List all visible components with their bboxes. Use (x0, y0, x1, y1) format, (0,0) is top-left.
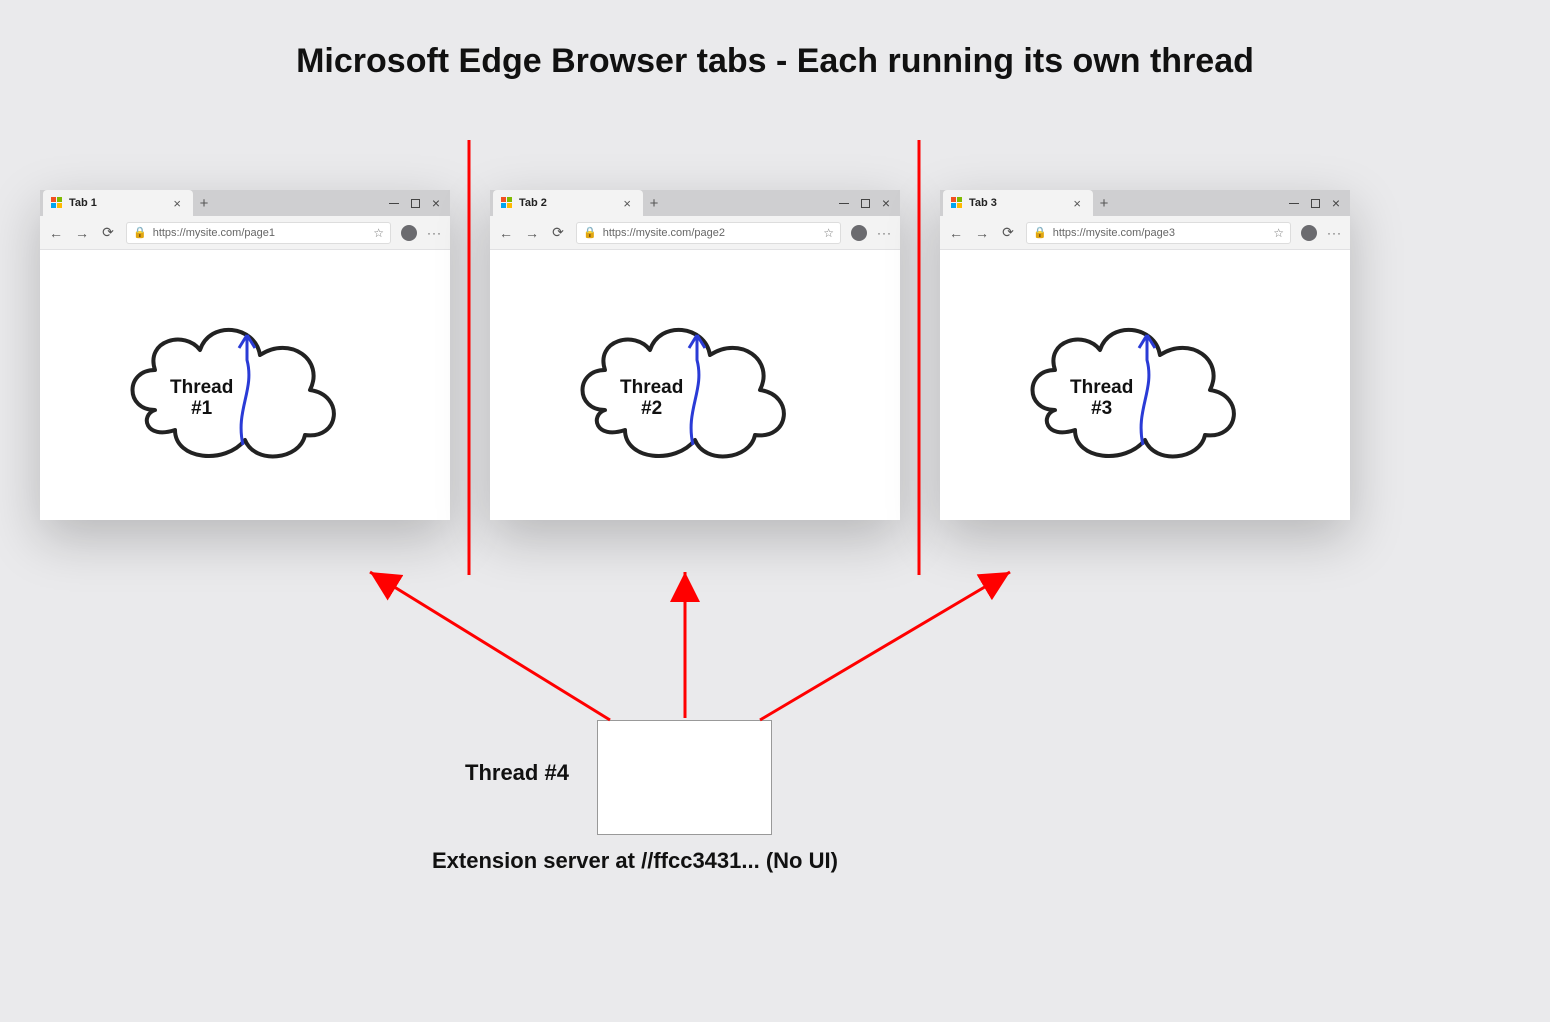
browser-window-3: Tab 3 × + × ← → ⟳ 🔒 https://mysite.com/p… (940, 190, 1350, 520)
titlebar: Tab 1 × + × (40, 190, 450, 216)
favicon-icon (51, 197, 63, 209)
page-content: Thread#2 (490, 250, 900, 520)
page-content: Thread#1 (40, 250, 450, 520)
more-menu-icon[interactable]: ··· (427, 226, 442, 240)
more-menu-icon[interactable]: ··· (1327, 226, 1342, 240)
profile-avatar-icon[interactable] (851, 225, 867, 241)
address-bar[interactable]: 🔒 https://mysite.com/page3 ☆ (1026, 222, 1291, 244)
minimize-icon[interactable] (839, 203, 849, 204)
reload-icon[interactable]: ⟳ (1000, 224, 1016, 241)
reload-icon[interactable]: ⟳ (550, 224, 566, 241)
diagram-title: Microsoft Edge Browser tabs - Each runni… (0, 42, 1550, 81)
tab-label: Tab 3 (969, 197, 1063, 209)
lock-icon: 🔒 (583, 226, 597, 239)
minimize-icon[interactable] (1289, 203, 1299, 204)
toolbar: ← → ⟳ 🔒 https://mysite.com/page3 ☆ ··· (940, 216, 1350, 250)
tab-close-icon[interactable]: × (169, 196, 185, 211)
lock-icon: 🔒 (133, 226, 147, 239)
thread-cloud-icon: Thread#2 (565, 300, 825, 475)
tab-label: Tab 2 (519, 197, 613, 209)
minimize-icon[interactable] (389, 203, 399, 204)
profile-avatar-icon[interactable] (1301, 225, 1317, 241)
profile-avatar-icon[interactable] (401, 225, 417, 241)
thread-cloud-icon: Thread#1 (115, 300, 375, 475)
extension-server-box (597, 720, 772, 835)
tab-label: Tab 1 (69, 197, 163, 209)
browser-tab[interactable]: Tab 1 × (43, 190, 193, 216)
thread-label: Thread#2 (620, 378, 683, 420)
titlebar: Tab 3 × + × (940, 190, 1350, 216)
extension-caption: Extension server at //ffcc3431... (No UI… (432, 848, 838, 874)
new-tab-button[interactable]: + (1093, 190, 1115, 216)
forward-icon[interactable]: → (74, 225, 90, 241)
lock-icon: 🔒 (1033, 226, 1047, 239)
back-icon[interactable]: ← (948, 225, 964, 241)
new-tab-button[interactable]: + (643, 190, 665, 216)
toolbar: ← → ⟳ 🔒 https://mysite.com/page2 ☆ ··· (490, 216, 900, 250)
favicon-icon (951, 197, 963, 209)
maximize-icon[interactable] (1311, 199, 1320, 208)
thread-cloud-icon: Thread#3 (1015, 300, 1275, 475)
browser-tab[interactable]: Tab 2 × (493, 190, 643, 216)
more-menu-icon[interactable]: ··· (877, 226, 892, 240)
maximize-icon[interactable] (861, 199, 870, 208)
favorite-icon[interactable]: ☆ (823, 226, 834, 240)
favorite-icon[interactable]: ☆ (1273, 226, 1284, 240)
extension-thread-label: Thread #4 (465, 760, 569, 786)
window-close-icon[interactable]: × (882, 195, 890, 211)
window-close-icon[interactable]: × (432, 195, 440, 211)
url-text: https://mysite.com/page3 (1053, 227, 1268, 239)
browser-tab[interactable]: Tab 3 × (943, 190, 1093, 216)
forward-icon[interactable]: → (524, 225, 540, 241)
back-icon[interactable]: ← (48, 225, 64, 241)
window-close-icon[interactable]: × (1332, 195, 1340, 211)
new-tab-button[interactable]: + (193, 190, 215, 216)
url-text: https://mysite.com/page1 (153, 227, 368, 239)
tab-close-icon[interactable]: × (1069, 196, 1085, 211)
url-text: https://mysite.com/page2 (603, 227, 818, 239)
page-content: Thread#3 (940, 250, 1350, 520)
address-bar[interactable]: 🔒 https://mysite.com/page1 ☆ (126, 222, 391, 244)
toolbar: ← → ⟳ 🔒 https://mysite.com/page1 ☆ ··· (40, 216, 450, 250)
maximize-icon[interactable] (411, 199, 420, 208)
browser-window-2: Tab 2 × + × ← → ⟳ 🔒 https://mysite.com/p… (490, 190, 900, 520)
back-icon[interactable]: ← (498, 225, 514, 241)
favicon-icon (501, 197, 513, 209)
reload-icon[interactable]: ⟳ (100, 224, 116, 241)
favorite-icon[interactable]: ☆ (373, 226, 384, 240)
titlebar: Tab 2 × + × (490, 190, 900, 216)
tab-close-icon[interactable]: × (619, 196, 635, 211)
browser-window-1: Tab 1 × + × ← → ⟳ 🔒 https://mysite.com/p… (40, 190, 450, 520)
address-bar[interactable]: 🔒 https://mysite.com/page2 ☆ (576, 222, 841, 244)
thread-label: Thread#3 (1070, 378, 1133, 420)
thread-label: Thread#1 (170, 378, 233, 420)
forward-icon[interactable]: → (974, 225, 990, 241)
